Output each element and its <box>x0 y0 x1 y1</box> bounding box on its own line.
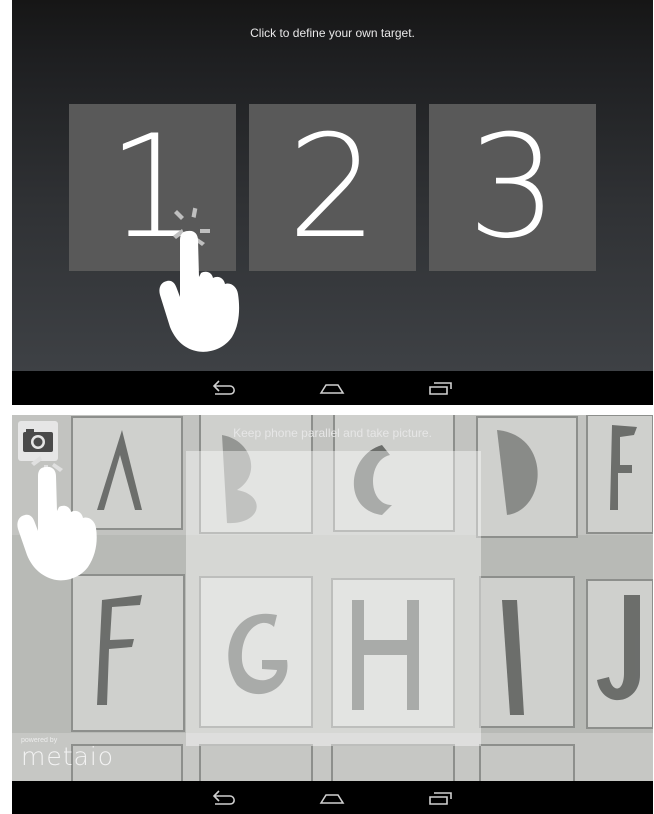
back-icon[interactable] <box>210 376 250 398</box>
target-capture-frame <box>186 451 481 746</box>
instruction-text: Keep phone parallel and take picture. <box>233 426 432 440</box>
brand-caption: powered by <box>21 737 58 744</box>
target-selection-screen: Click to define your own target. 1 2 3 <box>12 0 653 405</box>
recent-apps-icon[interactable] <box>426 376 466 398</box>
recent-apps-icon[interactable] <box>426 786 466 808</box>
home-icon[interactable] <box>317 786 357 808</box>
system-navigation-bar <box>12 781 653 814</box>
target-tile-2[interactable]: 2 <box>249 104 416 271</box>
instruction-text: Click to define your own target. <box>250 26 415 40</box>
tap-hand-icon <box>158 207 248 362</box>
tap-hand-icon <box>16 437 106 592</box>
brand-name: metaio <box>21 742 115 771</box>
metaio-logo: powered by metaio <box>21 737 114 770</box>
target-tile-3[interactable]: 3 <box>429 104 596 271</box>
camera-capture-screen: Keep phone parallel and take picture. po… <box>12 415 653 814</box>
home-icon[interactable] <box>317 376 357 398</box>
back-icon[interactable] <box>210 786 250 808</box>
system-navigation-bar <box>12 371 653 405</box>
